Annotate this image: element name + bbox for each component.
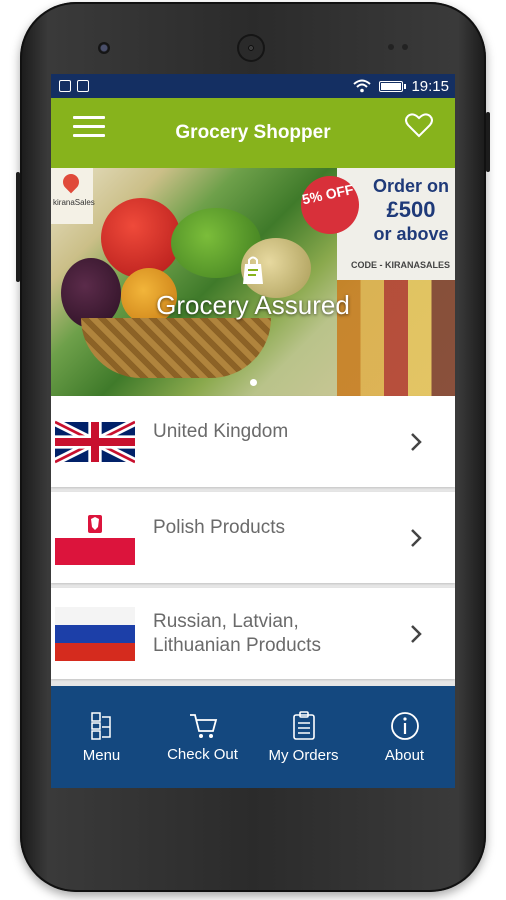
hamburger-menu-icon[interactable] — [73, 116, 105, 140]
promo-banner[interactable]: kiranaSales 5% OFF Order on £500 or abov… — [51, 168, 455, 396]
category-united-kingdom[interactable]: United Kingdom — [51, 396, 455, 487]
proximity-sensor — [388, 44, 394, 50]
info-icon — [390, 711, 419, 740]
chevron-right-icon — [411, 528, 422, 547]
category-label: Russian, Latvian, Lithuanian Products — [153, 610, 321, 656]
shopping-bag-icon — [243, 256, 263, 284]
category-russian-latvian-lithuanian[interactable]: Russian, Latvian, Lithuanian Products — [51, 588, 455, 679]
nav-menu-button[interactable]: Menu — [51, 686, 152, 788]
chevron-right-icon — [411, 432, 422, 451]
poland-flag-icon — [55, 510, 135, 565]
status-time: 19:15 — [411, 77, 449, 95]
category-label: United Kingdom — [153, 420, 289, 442]
app-bar: Grocery Shopper — [51, 98, 455, 168]
wifi-icon — [353, 79, 372, 93]
favorites-heart-icon[interactable] — [405, 112, 433, 138]
nav-my-orders-button[interactable]: My Orders — [253, 686, 354, 788]
bottom-navigation: Menu Check Out My Orders About — [51, 686, 455, 788]
battery-icon — [379, 80, 407, 92]
clipboard-icon — [292, 710, 315, 740]
image-notification-icon — [77, 80, 89, 92]
menu-list-icon — [90, 711, 111, 740]
status-bar: 19:15 — [51, 74, 455, 98]
nav-label: Check Out — [167, 745, 238, 763]
cart-icon — [189, 713, 217, 738]
carousel-dots — [51, 379, 455, 386]
power-button — [486, 112, 490, 172]
earpiece-speaker — [237, 34, 265, 62]
app-screen: 19:15 Grocery Shopper kiranaSales 5% OFF… — [51, 74, 455, 788]
nav-label: About — [384, 746, 425, 764]
nav-about-button[interactable]: About — [354, 686, 455, 788]
chevron-right-icon — [411, 624, 422, 643]
light-sensor — [402, 44, 408, 50]
carousel-dot-active[interactable] — [249, 379, 257, 386]
category-label: Polish Products — [153, 516, 286, 538]
uk-flag-icon — [55, 417, 135, 466]
russia-flag-icon — [55, 606, 135, 661]
category-list: United Kingdom Polish Products Russian, … — [51, 396, 455, 679]
category-polish-products[interactable]: Polish Products — [51, 492, 455, 583]
download-notification-icon — [59, 80, 71, 92]
nav-label: My Orders — [268, 746, 339, 764]
volume-button — [16, 172, 20, 282]
app-title: Grocery Shopper — [175, 122, 331, 143]
nav-checkout-button[interactable]: Check Out — [152, 686, 253, 788]
nav-label: Menu — [82, 746, 121, 764]
front-camera — [98, 42, 110, 54]
banner-caption: Grocery Assured — [156, 289, 350, 320]
